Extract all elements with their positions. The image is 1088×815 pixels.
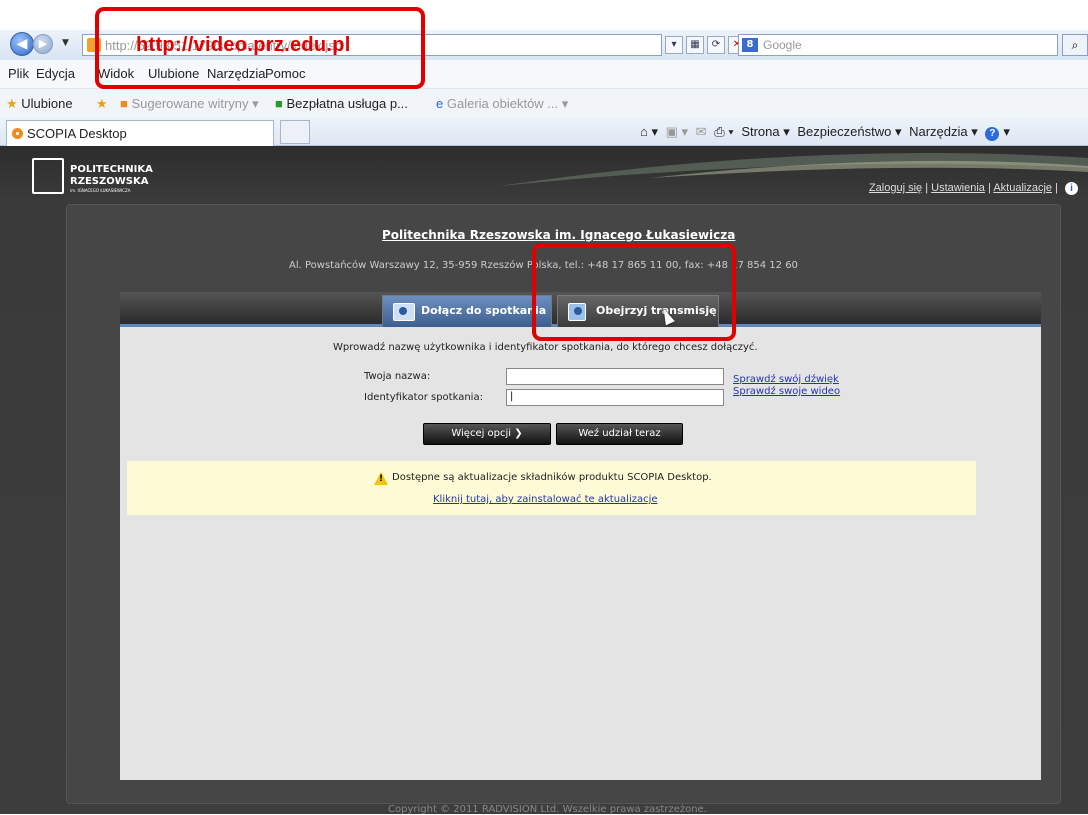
- url-annotation-text: http://video.prz.edu.pl: [136, 34, 351, 56]
- updates-link[interactable]: Aktualizacje: [993, 182, 1052, 194]
- menu-edit[interactable]: Edycja: [36, 66, 75, 81]
- check-sound-link[interactable]: Sprawdź swój dźwięk: [733, 374, 839, 385]
- meeting-id-label: Identyfikator spotkania:: [364, 392, 483, 403]
- organization-name[interactable]: Politechnika Rzeszowska im. Ignacego Łuk…: [382, 228, 742, 242]
- search-icon[interactable]: ⌕: [1062, 34, 1088, 56]
- mail-icon[interactable]: ✉: [696, 124, 707, 139]
- separator: |: [1055, 182, 1058, 194]
- cmd-security[interactable]: Bezpieczeństwo ▾: [797, 124, 901, 139]
- separator: |: [988, 182, 991, 194]
- scopia-favicon-icon: [12, 128, 23, 139]
- forward-button[interactable]: ▶: [33, 34, 53, 54]
- login-link[interactable]: Zaloguj się: [869, 182, 922, 194]
- join-meeting-icon: [393, 303, 415, 321]
- search-input[interactable]: 8 Google: [738, 34, 1058, 56]
- history-dropdown-icon[interactable]: ▼: [62, 38, 69, 48]
- favorites-button[interactable]: ★ Ulubione: [6, 96, 73, 112]
- logo-line-3: im. IGNACEGO ŁUKASIEWICZA: [70, 188, 131, 193]
- header-swoosh: [500, 153, 1088, 186]
- update-text: Dostępne są aktualizacje składników prod…: [392, 472, 712, 483]
- name-field[interactable]: [506, 368, 724, 385]
- cmd-page[interactable]: Strona ▾: [741, 124, 789, 139]
- tab-join-label: Dołącz do spotkania: [421, 304, 547, 317]
- fav-web-slice-gallery[interactable]: e Galeria obiektów ... ▾: [436, 96, 568, 112]
- join-prompt: Wprowadź nazwę użytkownika i identyfikat…: [333, 342, 758, 353]
- fav-free-service[interactable]: ■ Bezpłatna usługa p...: [275, 96, 408, 111]
- feeds-icon[interactable]: ▣ ▾: [666, 124, 688, 139]
- logo-line-1: POLITECHNIKA: [70, 164, 153, 175]
- compatibility-icon[interactable]: ▦: [686, 36, 704, 54]
- meeting-id-field[interactable]: |: [506, 389, 724, 406]
- cmd-tools[interactable]: Narzędzia ▾: [909, 124, 978, 139]
- check-video-link[interactable]: Sprawdź swoje wideo: [733, 386, 840, 397]
- dropdown-icon[interactable]: ▾: [665, 36, 683, 54]
- menu-file[interactable]: Plik: [8, 66, 29, 81]
- join-now-button[interactable]: Weź udział teraz: [556, 423, 683, 445]
- top-links: Zaloguj się | Ustawienia | Aktualizacje …: [869, 182, 1078, 195]
- logo-line-2: RZESZOWSKA: [70, 176, 149, 187]
- tab-join-meeting[interactable]: Dołącz do spotkania: [382, 295, 552, 327]
- separator: |: [925, 182, 929, 194]
- more-options-button[interactable]: Więcej opcji ❯: [423, 423, 551, 445]
- name-label: Twoja nazwa:: [364, 371, 431, 382]
- join-panel: Wprowadź nazwę użytkownika i identyfikat…: [120, 327, 1041, 780]
- refresh-icon[interactable]: ⟳: [707, 36, 725, 54]
- new-tab-button[interactable]: [280, 120, 310, 144]
- favorites-bar: ★ Ulubione ★ ■ Sugerowane witryny ▾ ■ Be…: [0, 88, 1088, 118]
- settings-link[interactable]: Ustawienia: [931, 182, 985, 194]
- update-notice: Dostępne są aktualizacje składników prod…: [127, 461, 976, 515]
- tab-scopia-desktop[interactable]: SCOPIA Desktop: [6, 120, 274, 146]
- home-icon[interactable]: ⌂ ▾: [640, 124, 658, 139]
- google-logo-icon: 8: [742, 38, 758, 52]
- add-favorite-icon[interactable]: ★: [96, 96, 108, 112]
- help-icon[interactable]: ?: [985, 127, 1000, 141]
- tab-title: SCOPIA Desktop: [27, 126, 127, 141]
- install-updates-link[interactable]: Kliknij tutaj, aby zainstalować te aktua…: [433, 494, 658, 505]
- warning-icon: [374, 472, 388, 485]
- favorites-label: Ulubione: [21, 96, 73, 111]
- info-icon[interactable]: i: [1065, 182, 1078, 195]
- url-toolbar: ▾ ▦ ⟳ ✕: [665, 36, 749, 54]
- fav-suggested-sites[interactable]: ■ Sugerowane witryny ▾: [120, 96, 259, 112]
- command-bar: ⌂ ▾ ▣ ▾ ✉ ⎙ ▾ Strona ▾ Bezpieczeństwo ▾ …: [640, 124, 1010, 141]
- copyright: Copyright © 2011 RADVISION Ltd. Wszelkie…: [388, 804, 707, 815]
- tab-bar: SCOPIA Desktop ⌂ ▾ ▣ ▾ ✉ ⎙ ▾ Strona ▾ Be…: [0, 118, 1088, 146]
- logo-mark-icon: [32, 158, 64, 194]
- search-placeholder: Google: [763, 38, 802, 52]
- tab-annotation-box: [532, 243, 736, 341]
- print-icon[interactable]: ⎙ ▾: [714, 124, 733, 139]
- star-icon: ★: [6, 96, 18, 111]
- back-button[interactable]: ◀: [10, 32, 34, 56]
